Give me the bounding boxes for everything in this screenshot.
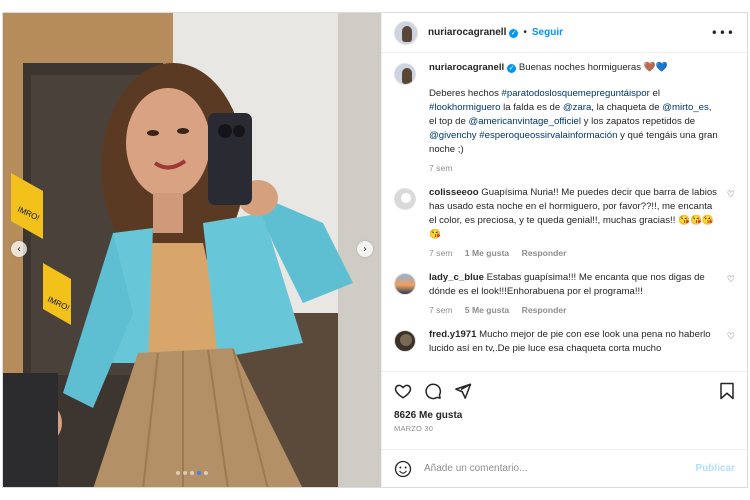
publish-button[interactable]: Publicar: [696, 463, 735, 474]
caption-first-line: Buenas noches hormigueras 🤎💙: [518, 62, 668, 73]
carousel-dot-active: [197, 471, 201, 475]
caption-time[interactable]: 7 sem: [429, 163, 452, 173]
caption-tag-link[interactable]: @mirto_es: [662, 102, 709, 113]
reply-button[interactable]: Responder: [522, 248, 567, 258]
add-comment-bar: Publicar: [382, 449, 747, 487]
carousel-dot: [183, 471, 187, 475]
comment-username[interactable]: fred.y1971: [429, 329, 476, 340]
caption-meta: 7 sem: [429, 163, 719, 173]
comment-time[interactable]: 7 sem: [429, 248, 452, 258]
post-header: nuriarocagranell ✓ • Seguir •••: [382, 13, 747, 53]
photo-illustration: IMRO! IMRO!: [3, 13, 381, 487]
comment-likes[interactable]: 5 Me gusta: [465, 305, 509, 315]
comment-time[interactable]: 7 sem: [429, 305, 452, 315]
caption-tag-link[interactable]: #esperoqueossirvalainformación: [479, 130, 617, 141]
caption-text: y los zapatos repetidos de: [580, 116, 696, 127]
avatar[interactable]: [394, 330, 416, 352]
comment-likes[interactable]: 1 Me gusta: [465, 248, 509, 258]
bookmark-icon[interactable]: [719, 382, 735, 400]
emoji-icon[interactable]: [394, 460, 412, 478]
caption-tag-link[interactable]: @zara: [563, 102, 591, 113]
comment-like-heart-icon[interactable]: ♡: [727, 275, 735, 285]
avatar[interactable]: [394, 188, 416, 210]
caption: nuriarocagranell ✓ Buenas noches hormigue…: [394, 61, 735, 173]
verified-badge-icon: ✓: [509, 29, 519, 38]
caption-text: la falda es de: [500, 102, 563, 113]
comment-item: fred.y1971 Mucho mejor de pie con ese lo…: [394, 328, 735, 356]
comment-meta: 7 sem 1 Me gusta Responder: [429, 248, 719, 258]
caption-text: , la chaqueta de: [591, 102, 663, 113]
carousel-dots: [176, 471, 208, 475]
likes-count[interactable]: 8626 Me gusta: [394, 410, 735, 421]
carousel-next-button[interactable]: ›: [357, 241, 373, 257]
separator: •: [523, 27, 527, 38]
comment-username[interactable]: colisseeoo: [429, 187, 479, 198]
post-date: MARZO 30: [394, 424, 434, 433]
verified-badge-icon: ✓: [507, 64, 517, 73]
comment-like-heart-icon[interactable]: ♡: [727, 190, 735, 200]
caption-text: Deberes hechos: [429, 88, 502, 99]
caption-tag-link[interactable]: #lookhormiguero: [429, 102, 500, 113]
comment-input[interactable]: [424, 463, 696, 474]
post-actions: 8626 Me gusta MARZO 30: [382, 371, 747, 439]
caption-tag-link[interactable]: #paratodoslosquemepreguntáispor: [502, 88, 650, 99]
follow-button[interactable]: Seguir: [532, 27, 563, 38]
comment-item: colisseeoo Guapísima Nuria!! Me puedes d…: [394, 186, 735, 258]
carousel-dot: [204, 471, 208, 475]
comment-username[interactable]: lady_c_blue: [429, 272, 484, 283]
caption-username[interactable]: nuriarocagranell: [429, 62, 504, 73]
comment-like-heart-icon[interactable]: ♡: [727, 332, 735, 342]
comment-item: lady_c_blue Estabas guapísima!!! Me enca…: [394, 271, 735, 315]
post-photo[interactable]: IMRO! IMRO! ‹ ›: [3, 13, 381, 487]
avatar[interactable]: [394, 20, 418, 45]
comments-list[interactable]: nuriarocagranell ✓ Buenas noches hormigue…: [382, 53, 747, 371]
avatar[interactable]: [394, 273, 416, 295]
comment-icon[interactable]: [424, 382, 442, 400]
reply-button[interactable]: Responder: [522, 305, 567, 315]
caption-tag-link[interactable]: @givenchy: [429, 130, 477, 141]
caption-tag-link[interactable]: @americanvintage_officiel: [468, 116, 581, 127]
comment-meta: 7 sem 5 Me gusta Responder: [429, 305, 719, 315]
avatar[interactable]: [394, 63, 416, 85]
post-side-panel: nuriarocagranell ✓ • Seguir ••• nuriaroca…: [381, 13, 747, 487]
more-options-icon[interactable]: •••: [711, 26, 735, 40]
send-icon[interactable]: [454, 382, 472, 400]
carousel-dot: [176, 471, 180, 475]
carousel-dot: [190, 471, 194, 475]
caption-body: Deberes hechos #paratodoslosquemepregunt…: [429, 87, 719, 157]
heart-icon[interactable]: [394, 382, 412, 400]
carousel-prev-button[interactable]: ‹: [11, 241, 27, 257]
caption-text: el: [649, 88, 660, 99]
post-modal: IMRO! IMRO! ‹ › nuriarocagranell ✓ • Seg…: [2, 12, 748, 488]
post-author-username[interactable]: nuriarocagranell ✓: [428, 27, 519, 38]
